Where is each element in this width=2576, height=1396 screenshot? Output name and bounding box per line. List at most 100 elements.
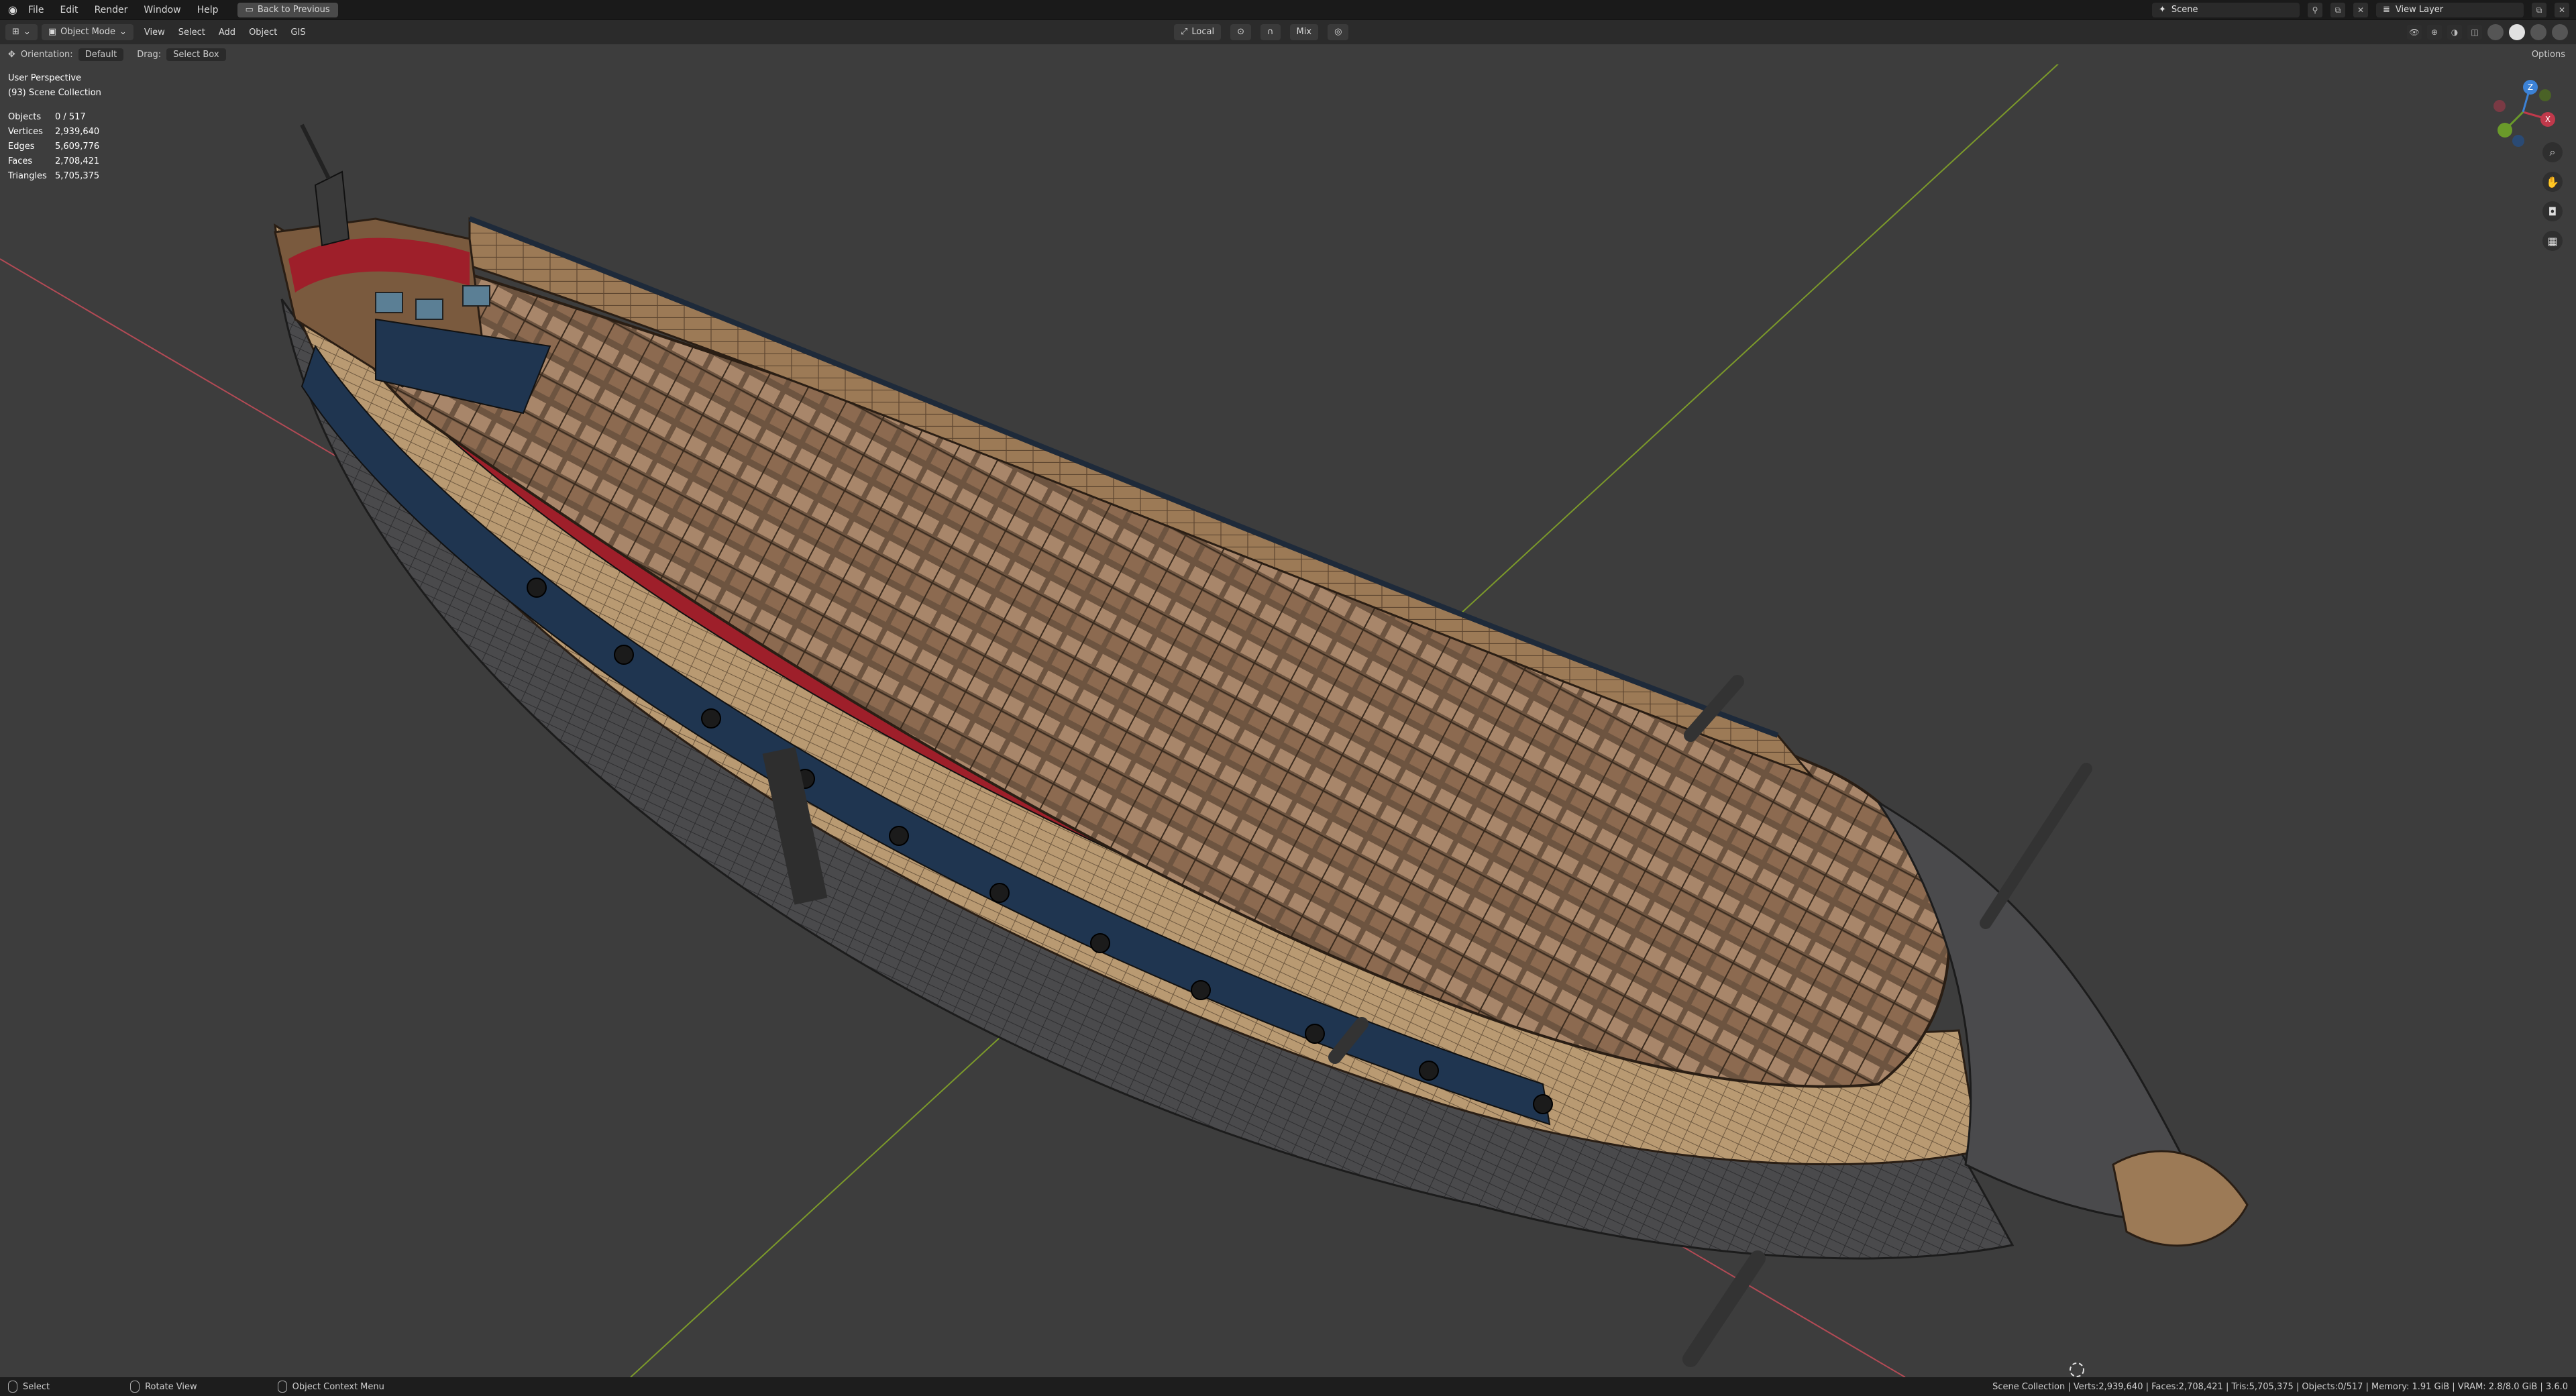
stat-key: Objects: [8, 112, 42, 122]
navigation-tools: ⌕ ✋ ◘ ▦: [2542, 142, 2563, 251]
menu-window[interactable]: Window: [136, 0, 189, 20]
stat-value: 2,939,640: [55, 127, 100, 137]
tool-header: ✥ Orientation: Default Drag: Select Box …: [0, 44, 2576, 64]
new-scene-icon[interactable]: ⧉: [2330, 3, 2345, 17]
camera-view-icon[interactable]: ◘: [2542, 201, 2563, 221]
menu-view[interactable]: View: [138, 28, 172, 38]
stat-row: Vertices 2,939,640: [8, 125, 101, 140]
snap-toggle[interactable]: ∩: [1260, 24, 1281, 40]
viewport-header-right: 👁 ⊕ ◑ ◫: [2407, 24, 2568, 40]
transform-orientation-selector[interactable]: ⤢ Local: [1174, 24, 1222, 40]
chevron-down-icon: ⌄: [119, 27, 127, 37]
pin-icon[interactable]: ⚲: [2308, 3, 2322, 17]
stat-row: Faces 2,708,421: [8, 154, 101, 169]
material-shading-button[interactable]: [2530, 24, 2546, 40]
collection-name: (93) Scene Collection: [8, 88, 101, 98]
status-rotate: Rotate View: [130, 1381, 197, 1393]
view-layer-selector[interactable]: ≣ View Layer: [2376, 3, 2524, 17]
stat-value: 5,609,776: [55, 142, 100, 152]
stat-row: Objects 0 / 517: [8, 110, 101, 125]
orientation-label: Orientation:: [20, 49, 73, 60]
drag-selector[interactable]: Select Box: [166, 48, 226, 61]
stat-value: 5,705,375: [55, 171, 100, 181]
menu-edit[interactable]: Edit: [52, 0, 86, 20]
scene-selector[interactable]: ✦ Scene: [2152, 3, 2300, 17]
layers-icon: ≣: [2383, 5, 2390, 15]
gizmo-neg-y-handle: [2539, 89, 2551, 101]
orientation-icon: ⤢: [1181, 27, 1188, 37]
wireframe-shading-button[interactable]: [2487, 24, 2504, 40]
snap-target-selector[interactable]: Mix: [1289, 24, 1319, 40]
mouse-right-icon: [277, 1381, 287, 1393]
rendered-shading-button[interactable]: [2552, 24, 2568, 40]
pivot-icon: ⊙: [1237, 27, 1245, 37]
new-layer-icon[interactable]: ⧉: [2532, 3, 2546, 17]
top-menu-bar: ◉ File Edit Render Window Help ▭ Back to…: [0, 0, 2576, 20]
stern-window: [415, 299, 443, 320]
status-select: Select: [8, 1381, 50, 1393]
back-to-previous-button[interactable]: ▭ Back to Previous: [237, 2, 338, 17]
status-rotate-label: Rotate View: [145, 1381, 197, 1392]
blender-logo-icon[interactable]: ◉: [5, 3, 20, 17]
stat-key: Triangles: [8, 171, 47, 181]
figurehead: [2112, 1150, 2249, 1247]
stat-value: 0 / 517: [55, 112, 86, 122]
viewport-canvas[interactable]: [0, 64, 2576, 1377]
editor-type-selector[interactable]: ⊞ ⌄: [5, 24, 38, 40]
stat-key: Vertices: [8, 127, 43, 137]
stat-key: Edges: [8, 142, 35, 152]
menu-select[interactable]: Select: [172, 28, 212, 38]
mode-selector[interactable]: ▣ Object Mode ⌄: [41, 24, 133, 40]
transform-tool-icon[interactable]: ✥: [8, 50, 15, 60]
3d-viewport[interactable]: [0, 64, 2576, 1377]
close-scene-icon[interactable]: ✕: [2353, 3, 2368, 17]
navigation-gizmo[interactable]: X Z: [2486, 75, 2560, 149]
status-context-label: Object Context Menu: [292, 1381, 384, 1392]
mouse-left-icon: [8, 1381, 17, 1393]
menu-add[interactable]: Add: [212, 28, 242, 38]
mode-label: Object Mode: [60, 27, 116, 37]
screen-icon: ▭: [245, 4, 254, 15]
status-select-label: Select: [23, 1381, 50, 1392]
overlay-toggle-icon[interactable]: ◑: [2447, 25, 2462, 40]
stat-value: 2,708,421: [55, 156, 100, 166]
viewport-header-center: ⤢ Local ⊙ ∩ Mix ◎: [1174, 24, 1352, 40]
gizmo-x-label: X: [2545, 115, 2551, 124]
xray-toggle-icon[interactable]: ◫: [2467, 25, 2482, 40]
mast-stump: [1682, 1250, 1766, 1367]
stern-lantern: [314, 170, 350, 247]
pan-hand-icon[interactable]: ✋: [2542, 172, 2563, 192]
menu-gis[interactable]: GIS: [284, 28, 312, 38]
pivot-selector[interactable]: ⊙: [1230, 24, 1252, 40]
visibility-icon[interactable]: 👁: [2407, 25, 2422, 40]
chevron-down-icon: ⌄: [23, 27, 31, 37]
ensign-staff: [300, 123, 331, 180]
ortho-grid-icon[interactable]: ▦: [2542, 231, 2563, 251]
zoom-icon[interactable]: ⌕: [2542, 142, 2563, 162]
gizmo-toggle-icon[interactable]: ⊕: [2427, 25, 2442, 40]
stern-window: [375, 292, 403, 313]
menu-file[interactable]: File: [20, 0, 52, 20]
solid-shading-button[interactable]: [2509, 24, 2525, 40]
orientation-selector[interactable]: Default: [78, 48, 124, 61]
gizmo-neg-x-handle: [2493, 100, 2506, 112]
stern-window: [462, 285, 490, 307]
menu-object[interactable]: Object: [242, 28, 284, 38]
topbar-right: ✦ Scene ⚲ ⧉ ✕ ≣ View Layer ⧉ ✕: [2152, 3, 2569, 17]
mouse-middle-icon: [130, 1381, 140, 1393]
snap-target-label: Mix: [1296, 27, 1312, 37]
viewport-header: ⊞ ⌄ ▣ Object Mode ⌄ View Select Add Objec…: [0, 20, 2576, 44]
view-name: User Perspective: [8, 73, 82, 83]
menu-help[interactable]: Help: [189, 0, 227, 20]
menu-render[interactable]: Render: [87, 0, 136, 20]
options-dropdown[interactable]: Options: [2532, 50, 2565, 60]
stat-row: Triangles 5,705,375: [8, 169, 101, 184]
proportional-edit-toggle[interactable]: ◎: [1328, 24, 1349, 40]
gizmo-z-label: Z: [2528, 83, 2533, 92]
viewport-icon: ⊞: [12, 27, 19, 37]
gizmo-y-handle: [2498, 123, 2512, 138]
back-to-previous-label: Back to Previous: [257, 4, 330, 15]
stat-key: Faces: [8, 156, 33, 166]
transform-orientation-label: Local: [1191, 27, 1215, 37]
close-layer-icon[interactable]: ✕: [2555, 3, 2569, 17]
